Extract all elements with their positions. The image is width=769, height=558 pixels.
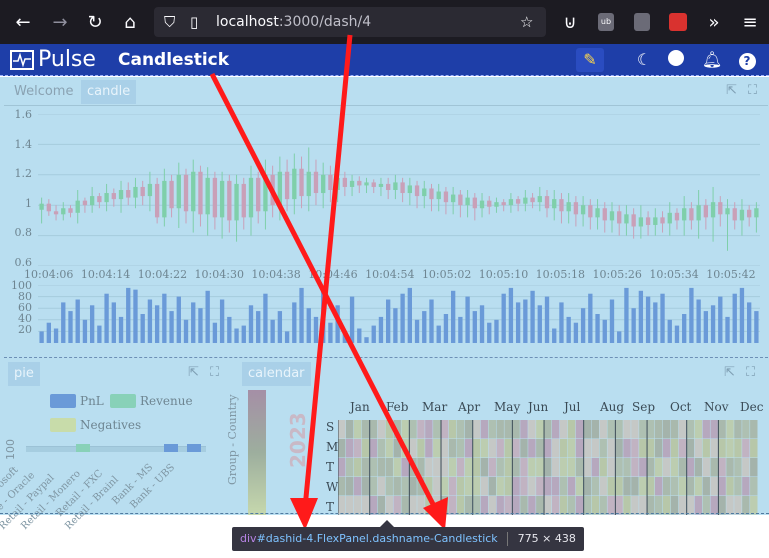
annotation-arrowhead: [423, 497, 448, 530]
tooltip-pointer: [380, 520, 394, 527]
annotation-arrows: [209, 34, 448, 530]
annotation-arrow-line: [209, 72, 439, 512]
annotation-arrowhead: [290, 498, 318, 530]
inspector-tooltip: div#dashid-4.FlexPanel.dashname-Candlest…: [232, 527, 584, 551]
